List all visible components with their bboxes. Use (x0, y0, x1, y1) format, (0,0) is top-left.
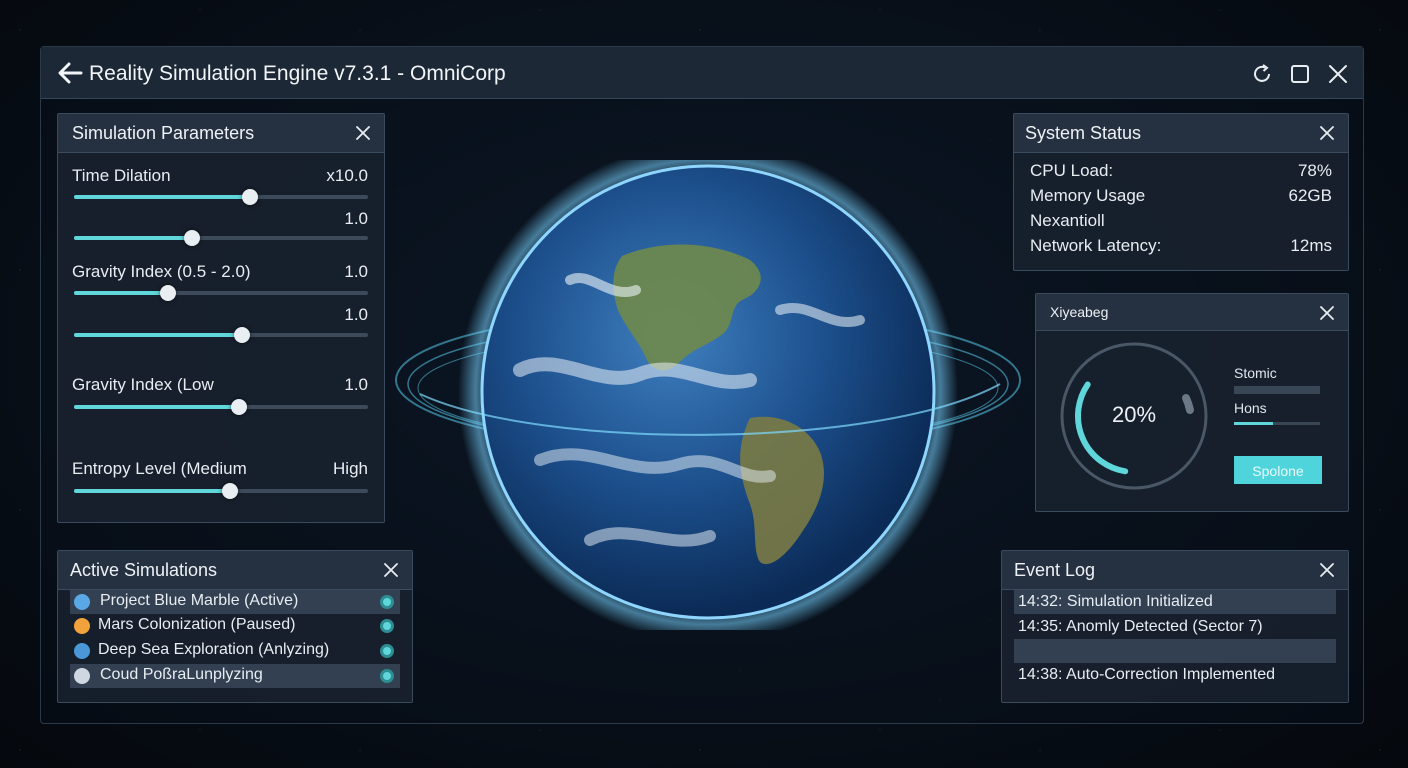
slider-thumb[interactable] (230, 399, 247, 415)
memory-usage-label: Memory Usage (1030, 186, 1146, 205)
gravity-index-low-value: 1.0 (344, 375, 368, 394)
title-bar: Reality Simulation Engine v7.3.1 - OmniC… (41, 47, 1363, 99)
log-text: 14:35: Anomly Detected (Sector 7) (1018, 618, 1263, 635)
refresh-icon[interactable] (1251, 63, 1273, 85)
stat-progress-bar (1234, 386, 1320, 394)
status-dot-icon[interactable] (380, 669, 394, 683)
slider-thumb[interactable] (221, 483, 238, 499)
cloud-icon (74, 668, 90, 684)
simulation-parameters-panel: Simulation Parameters Time Dilation x10.… (57, 113, 385, 523)
stat-progress-bar (1234, 422, 1320, 425)
stat-label: Stomic (1234, 365, 1277, 381)
param-slider[interactable] (74, 327, 368, 343)
time-dilation-label: Time Dilation (72, 166, 171, 185)
close-icon[interactable] (1318, 561, 1336, 579)
entropy-level-value: High (333, 459, 368, 478)
panel-header: System Status (1014, 114, 1348, 153)
log-text: 14:38: Auto-Correction Implemented (1018, 666, 1276, 683)
panel-title: Event Log (1014, 560, 1096, 580)
ocean-icon (74, 643, 90, 659)
network-latency-label: Network Latency: (1030, 236, 1162, 255)
gauge-widget-panel: Xiyeabeg 20% Stomic Hons Spolone (1035, 293, 1349, 512)
entropy-level-label: Entropy Level (Medium (72, 459, 247, 478)
param-slider[interactable] (74, 230, 368, 246)
time-dilation-value: x10.0 (326, 166, 368, 185)
gravity-index-slider[interactable] (74, 285, 368, 301)
back-arrow-icon[interactable] (57, 61, 83, 85)
close-icon[interactable] (354, 124, 372, 142)
cpu-load-value: 78% (1297, 161, 1332, 180)
close-icon[interactable] (1318, 304, 1336, 322)
gravity-index-low-slider[interactable] (74, 399, 368, 415)
window-title: Reality Simulation Engine v7.3.1 - OmniC… (89, 62, 506, 85)
system-status-panel: System Status CPU Load: 78% Memory Usage… (1013, 113, 1349, 271)
earth-globe[interactable] (390, 160, 1030, 630)
status-dot-icon[interactable] (380, 644, 394, 658)
status-dot-icon[interactable] (380, 595, 394, 609)
panel-title: Simulation Parameters (72, 123, 255, 143)
list-item[interactable]: Project Blue Marble (Active) (70, 590, 400, 614)
simulation-label: Coud PoßraLunplyzing (100, 666, 263, 683)
slider-thumb[interactable] (233, 327, 250, 343)
slider-thumb[interactable] (242, 189, 259, 205)
memory-usage-value: 62GB (1288, 186, 1332, 205)
panel-header: Active Simulations (58, 551, 412, 590)
status-dot-icon[interactable] (380, 619, 394, 633)
close-icon[interactable] (1318, 124, 1336, 142)
list-item[interactable]: Deep Sea Exploration (Anlyzing) (70, 639, 400, 663)
slider-thumb[interactable] (160, 285, 177, 301)
simulation-label: Project Blue Marble (Active) (100, 592, 299, 609)
log-text: 14:32: Simulation Initialized (1018, 593, 1213, 610)
maximize-icon[interactable] (1289, 63, 1311, 85)
panel-title: Xiyeabeg (1050, 304, 1109, 320)
param-value: 1.0 (344, 305, 368, 324)
cpu-load-label: CPU Load: (1030, 161, 1114, 180)
event-log-panel: Event Log 14:32: Simulation Initialized … (1001, 550, 1349, 703)
close-icon[interactable] (1327, 63, 1349, 85)
gravity-index-label: Gravity Index (0.5 - 2.0) (72, 262, 251, 281)
active-simulations-panel: Active Simulations Project Blue Marble (… (57, 550, 413, 703)
log-entry (1014, 639, 1336, 663)
action-button[interactable]: Spolone (1234, 456, 1322, 484)
slider-thumb[interactable] (183, 230, 200, 246)
desktop-background: Reality Simulation Engine v7.3.1 - OmniC… (0, 0, 1408, 768)
simulation-label: Mars Colonization (Paused) (98, 616, 296, 633)
log-entry: 14:35: Anomly Detected (Sector 7) (1014, 615, 1336, 639)
panel-title: Active Simulations (70, 560, 218, 580)
cloud-band-5 (584, 527, 716, 547)
time-dilation-slider[interactable] (74, 189, 368, 205)
mars-icon (74, 618, 90, 634)
gravity-index-low-label: Gravity Index (Low (72, 375, 214, 394)
entropy-level-slider[interactable] (74, 483, 368, 499)
simulation-label: Deep Sea Exploration (Anlyzing) (98, 641, 330, 658)
close-icon[interactable] (382, 561, 400, 579)
list-item[interactable]: Mars Colonization (Paused) (70, 614, 400, 638)
earth-icon (74, 594, 90, 610)
param-value: 1.0 (344, 209, 368, 228)
panel-title: System Status (1025, 123, 1142, 143)
list-item[interactable]: Coud PoßraLunplyzing (70, 664, 400, 688)
log-entry: 14:38: Auto-Correction Implemented (1014, 663, 1336, 687)
panel-header: Event Log (1002, 551, 1348, 590)
stat-label: Hons (1234, 400, 1267, 416)
gauge-value: 20% (1111, 402, 1157, 427)
status-row-label: Nexantioll (1030, 211, 1105, 230)
panel-header: Simulation Parameters (58, 114, 384, 153)
log-entry: 14:32: Simulation Initialized (1014, 590, 1336, 614)
network-latency-value: 12ms (1290, 236, 1332, 255)
gravity-index-value: 1.0 (344, 262, 368, 281)
panel-header: Xiyeabeg (1036, 294, 1348, 331)
